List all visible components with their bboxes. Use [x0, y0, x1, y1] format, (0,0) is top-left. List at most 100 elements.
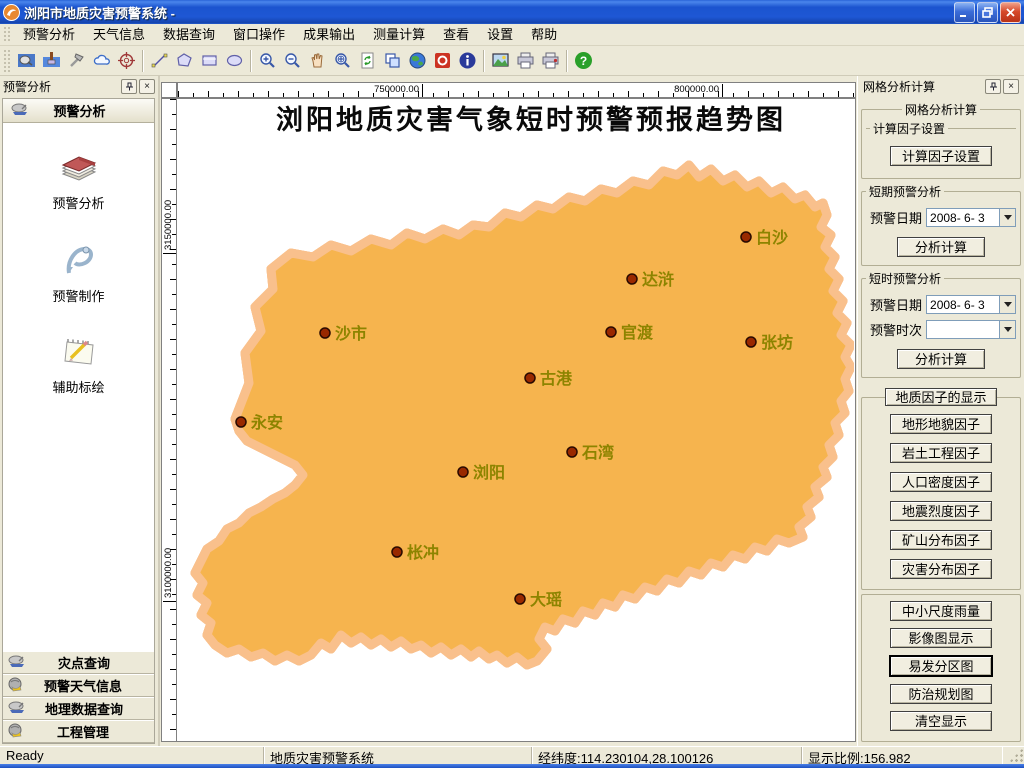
section-header-warning-analysis[interactable]: 预警分析: [3, 99, 154, 123]
ruler-label-y1: 3150000.00: [163, 200, 174, 250]
nowcast-time-combobox[interactable]: [926, 320, 1016, 339]
warning-date-value: 2008- 6- 3: [926, 208, 999, 227]
copy-layers-icon[interactable]: [380, 48, 405, 74]
nav-geodata-query[interactable]: 地理数据查询: [3, 697, 154, 720]
left-nav-list: 灾点查询 预警天气信息 地理数据查询 工程管理: [3, 651, 154, 743]
pan-hand-icon[interactable]: [305, 48, 330, 74]
gps-target-icon[interactable]: [114, 48, 139, 74]
zoom-out-icon[interactable]: [280, 48, 305, 74]
title-bar: 浏阳市地质灾害预警系统 -: [0, 0, 1024, 24]
terrain-factor-button[interactable]: 地形地貌因子: [890, 414, 992, 434]
menu-data-query[interactable]: 数据查询: [154, 24, 224, 46]
map-paint-icon[interactable]: [39, 48, 64, 74]
minimize-button[interactable]: [954, 2, 975, 23]
help-icon[interactable]: ?: [571, 48, 596, 74]
ruler-label-x2: 800000.00: [674, 84, 719, 95]
zoom-in-icon[interactable]: [255, 48, 280, 74]
draw-rectangle-icon[interactable]: [197, 48, 222, 74]
menu-settings[interactable]: 设置: [478, 24, 522, 46]
disaster-factor-button[interactable]: 灾害分布因子: [890, 559, 992, 579]
menu-help[interactable]: 帮助: [522, 24, 566, 46]
map-panel: 750000.00 800000.00 3150000.00 3100000.0…: [160, 76, 857, 746]
chevron-down-icon[interactable]: [999, 208, 1016, 227]
nav-label: 地理数据查询: [26, 699, 142, 718]
map-canvas[interactable]: 白沙 达浒 官渡 张坊 沙市 古港 永安 石湾 浏阳 枨冲 大瑶 浏阳地质灾害气…: [177, 98, 856, 742]
clear-display-button[interactable]: 清空显示: [890, 711, 992, 731]
globe-icon[interactable]: [405, 48, 430, 74]
nowcast-date-combobox[interactable]: 2008- 6- 3: [926, 295, 1016, 314]
population-factor-button[interactable]: 人口密度因子: [890, 472, 992, 492]
app-logo-icon: [3, 4, 20, 21]
rainfall-scale-button[interactable]: 中小尺度雨量: [890, 601, 992, 621]
toolbar-grip[interactable]: [3, 49, 11, 72]
draw-polygon-icon[interactable]: [172, 48, 197, 74]
svg-text:古港: 古港: [540, 369, 573, 388]
section-title: 预警分析: [39, 101, 120, 120]
print-setup-icon[interactable]: [538, 48, 563, 74]
pin-icon[interactable]: [121, 79, 137, 94]
nav-project-management[interactable]: 工程管理: [3, 720, 154, 743]
restore-button[interactable]: [977, 2, 998, 23]
svg-text:官渡: 官渡: [621, 323, 654, 342]
geo-factors-display-button[interactable]: 地质因子的显示: [885, 388, 997, 406]
draw-ellipse-icon[interactable]: [222, 48, 247, 74]
tool-warning-production[interactable]: 预警制作: [3, 239, 154, 305]
svg-text:石湾: 石湾: [581, 443, 614, 462]
menu-warning-analysis[interactable]: 预警分析: [14, 24, 84, 46]
nowcast-calc-button[interactable]: 分析计算: [897, 349, 985, 369]
nav-label: 灾点查询: [26, 653, 142, 672]
menu-window-ops[interactable]: 窗口操作: [224, 24, 294, 46]
svg-text:浏阳: 浏阳: [473, 463, 505, 482]
close-icon[interactable]: ×: [139, 79, 155, 94]
status-ready: Ready: [0, 747, 264, 764]
info-icon[interactable]: [455, 48, 480, 74]
refresh-view-icon[interactable]: [355, 48, 380, 74]
menu-result-output[interactable]: 成果输出: [294, 24, 364, 46]
prevention-plan-button[interactable]: 防治规划图: [890, 684, 992, 704]
stop-record-icon[interactable]: [430, 48, 455, 74]
book-icon: [3, 150, 154, 189]
tool-auxiliary-plot[interactable]: 辅助标绘: [3, 332, 154, 396]
layer-buttons-group: 中小尺度雨量 影像图显示 易发分区图 防治规划图 清空显示: [861, 594, 1021, 742]
rock-hammer-icon[interactable]: [64, 48, 89, 74]
left-panel-header: 预警分析 ×: [0, 76, 158, 97]
menu-grip[interactable]: [3, 26, 11, 43]
close-button[interactable]: [1000, 2, 1021, 23]
cloud-icon[interactable]: [89, 48, 114, 74]
warning-date-label: 预警日期: [870, 208, 922, 227]
pin-icon[interactable]: [985, 79, 1001, 94]
susceptibility-zoning-button[interactable]: 易发分区图: [889, 655, 993, 677]
warning-date-label: 预警日期: [870, 295, 922, 314]
svg-text:沙市: 沙市: [335, 324, 367, 343]
globe-tool-icon: [8, 723, 24, 741]
svg-text:大瑶: 大瑶: [530, 590, 562, 609]
status-bar: Ready 地质灾害预警系统 经纬度:114.230104,28.100126 …: [0, 746, 1024, 764]
tool-warning-analysis[interactable]: 预警分析: [3, 150, 154, 212]
toolbar: ?: [0, 46, 1024, 76]
image-view-icon[interactable]: [488, 48, 513, 74]
factor-setup-button[interactable]: 计算因子设置: [890, 146, 992, 166]
dish-tool-icon: [8, 654, 26, 671]
zoom-extent-icon[interactable]: [330, 48, 355, 74]
toolbar-separator: [250, 50, 252, 72]
svg-text:?: ?: [580, 54, 587, 68]
satellite-dish-icon[interactable]: [14, 48, 39, 74]
warning-date-combobox[interactable]: 2008- 6- 3: [926, 208, 1016, 227]
nav-warning-weather-info[interactable]: 预警天气信息: [3, 674, 154, 697]
print-icon[interactable]: [513, 48, 538, 74]
menu-weather-info[interactable]: 天气信息: [84, 24, 154, 46]
resize-grip[interactable]: [1008, 747, 1024, 763]
chevron-down-icon[interactable]: [999, 320, 1016, 339]
menu-view[interactable]: 查看: [434, 24, 478, 46]
menu-measure-calc[interactable]: 测量计算: [364, 24, 434, 46]
nav-disaster-point-query[interactable]: 灾点查询: [3, 651, 154, 674]
nav-label: 工程管理: [24, 722, 142, 741]
mine-factor-button[interactable]: 矿山分布因子: [890, 530, 992, 550]
seismic-factor-button[interactable]: 地震烈度因子: [890, 501, 992, 521]
close-icon[interactable]: ×: [1003, 79, 1019, 94]
short-term-calc-button[interactable]: 分析计算: [897, 237, 985, 257]
image-map-button[interactable]: 影像图显示: [890, 628, 992, 648]
chevron-down-icon[interactable]: [999, 295, 1016, 314]
draw-line-icon[interactable]: [147, 48, 172, 74]
geotech-factor-button[interactable]: 岩土工程因子: [890, 443, 992, 463]
